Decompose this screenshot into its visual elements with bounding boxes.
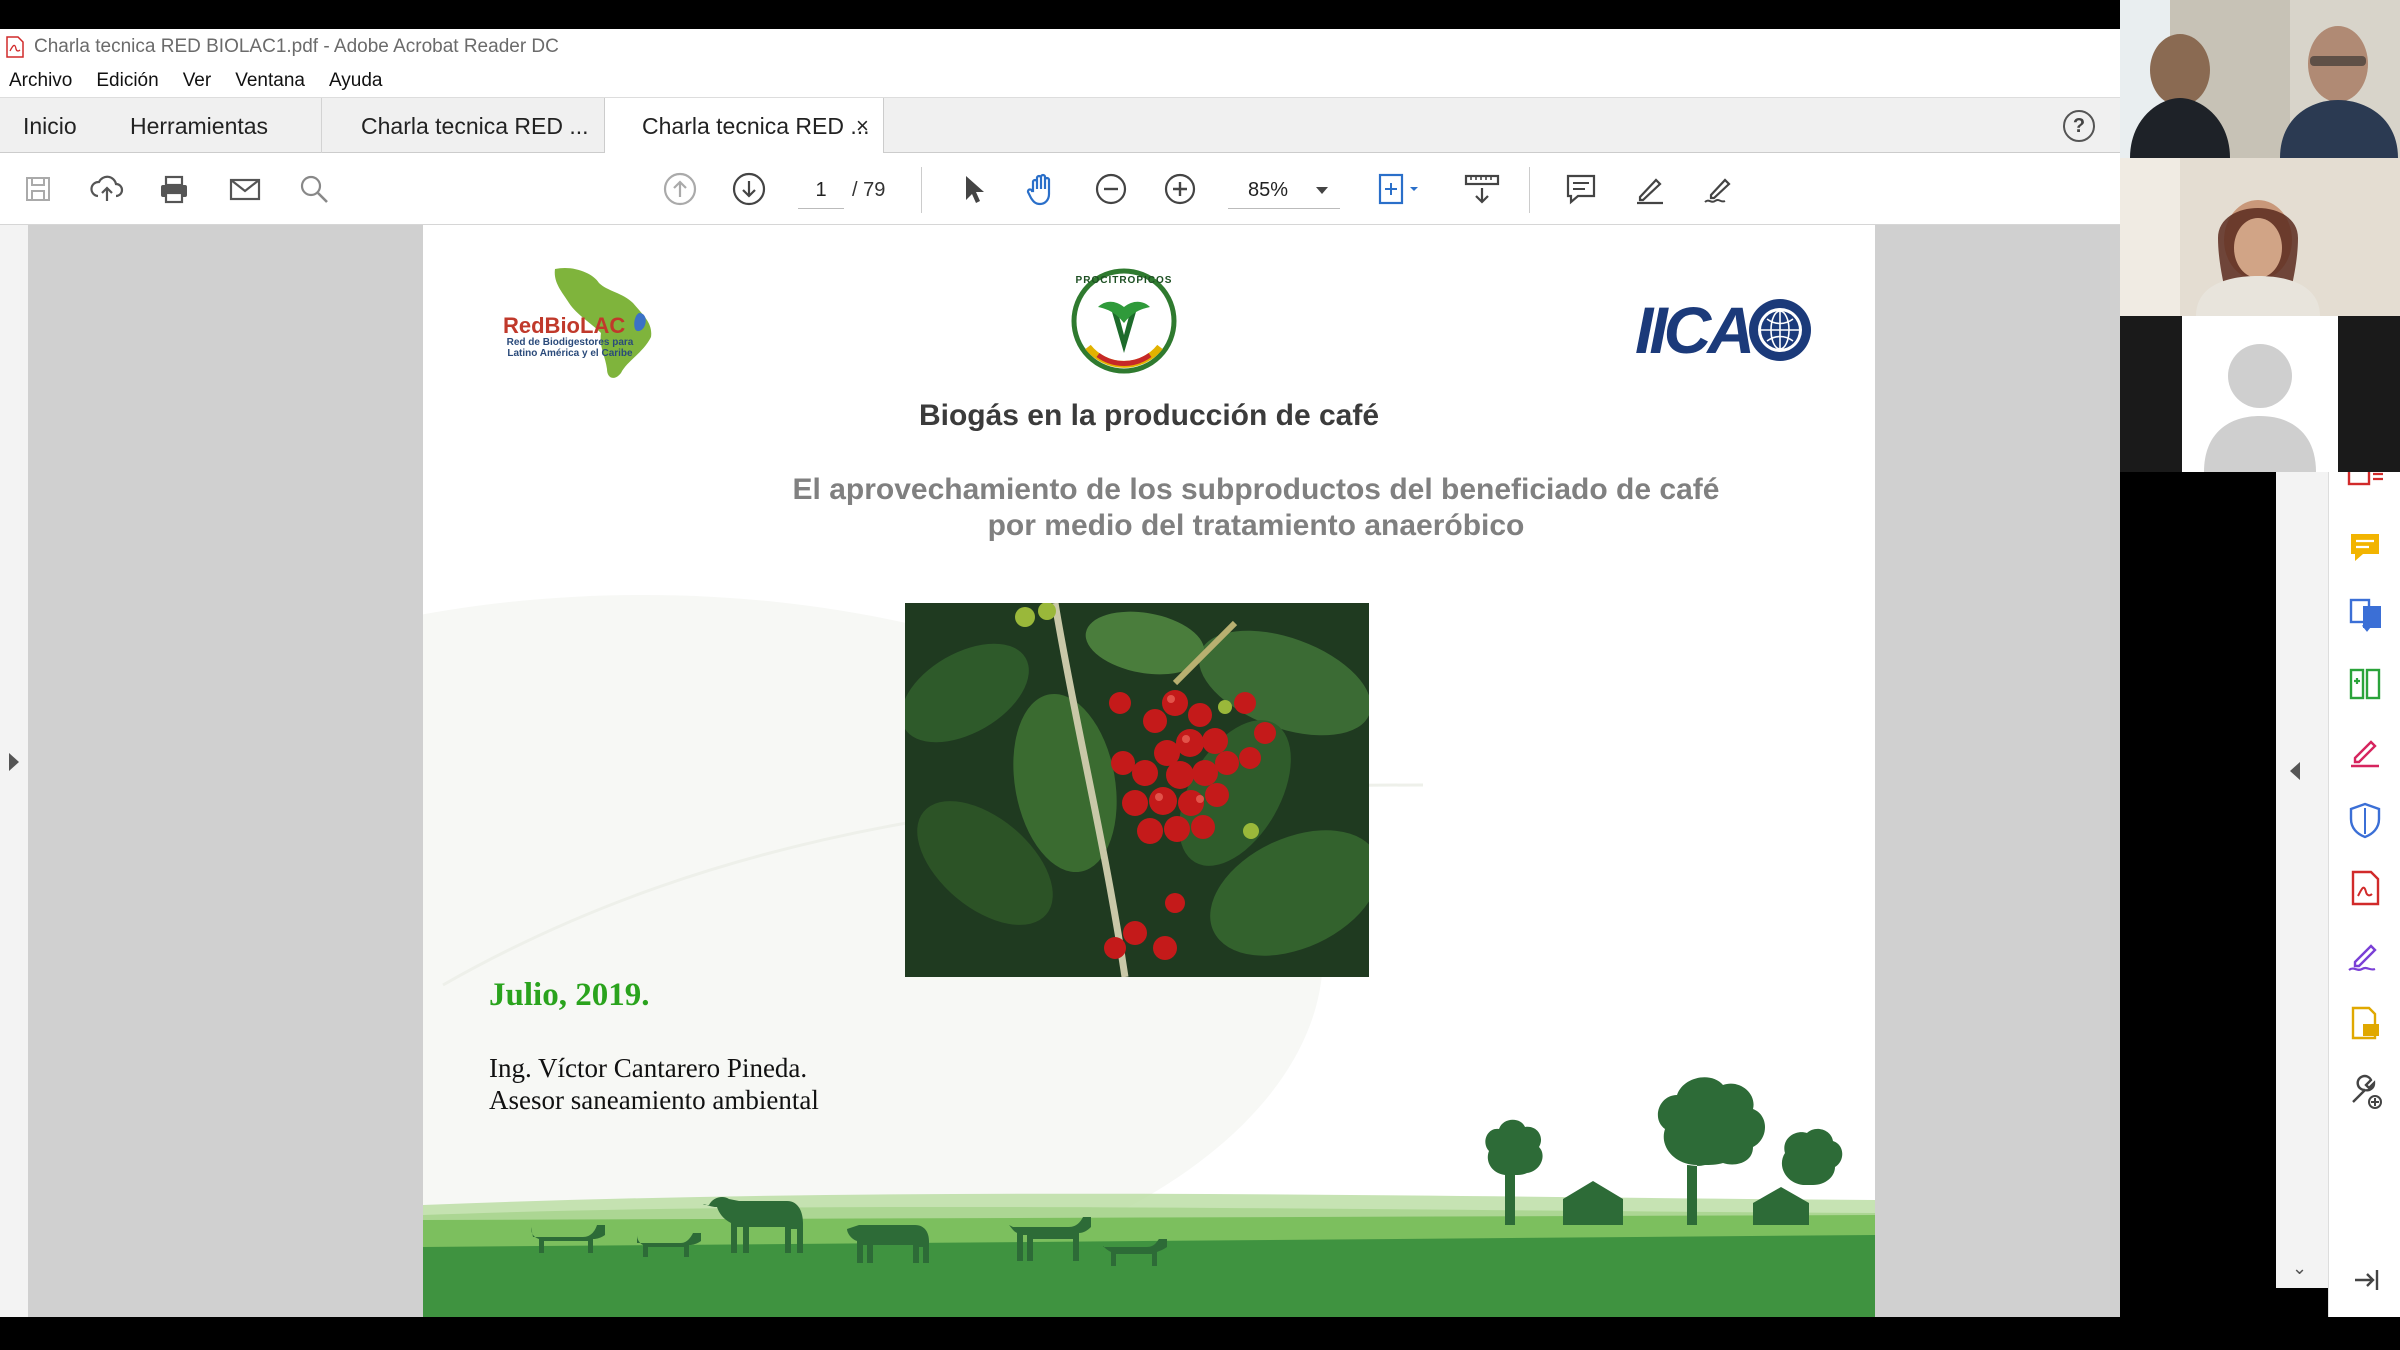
upload-icon[interactable] <box>87 169 127 209</box>
fill-sign-icon[interactable] <box>2343 730 2387 774</box>
zoom-out-icon[interactable] <box>1091 169 1131 209</box>
menu-bar: Archivo Edición Ver Ventana Ayuda <box>0 65 2120 97</box>
zoom-in-icon[interactable] <box>1160 169 1200 209</box>
page-total: / 79 <box>852 179 886 201</box>
slide-author-role: Asesor saneamiento ambiental <box>489 1085 819 1115</box>
screen-top-bar <box>0 0 2120 29</box>
menu-ayuda[interactable]: Ayuda <box>329 70 383 92</box>
video-participant-2[interactable] <box>2120 158 2400 316</box>
hand-icon[interactable] <box>1022 169 1062 209</box>
export-convert-icon[interactable] <box>2343 594 2387 638</box>
video-participant-3[interactable] <box>2120 316 2400 472</box>
page-up-icon[interactable] <box>660 169 700 209</box>
pdf-file-icon <box>6 36 24 58</box>
create-pdf-icon[interactable] <box>2343 866 2387 910</box>
print-icon[interactable] <box>154 169 194 209</box>
screen: Charla tecnica RED BIOLAC1.pdf - Adobe A… <box>0 0 2400 1350</box>
toolbar-divider <box>921 167 922 213</box>
more-tools-icon[interactable] <box>2343 1070 2387 1114</box>
participant-video-feed <box>2120 158 2400 316</box>
comment-tool-icon[interactable] <box>2343 526 2387 570</box>
edit-sign-icon[interactable] <box>2343 934 2387 978</box>
page-number-input[interactable]: 1 <box>798 171 844 209</box>
left-pane-strip <box>0 225 28 1317</box>
tab-bar: Inicio Herramientas Charla tecnica RED .… <box>0 97 2120 155</box>
title-bar: Charla tecnica RED BIOLAC1.pdf - Adobe A… <box>0 29 2120 65</box>
iica-logo: IICA <box>1635 295 1815 365</box>
save-icon[interactable] <box>18 169 58 209</box>
slide-author: Ing. Víctor Cantarero Pineda. <box>489 1053 808 1083</box>
sign-icon[interactable] <box>1699 169 1739 209</box>
slide-subtitle-line-2: por medio del tratamiento anaeróbico <box>987 509 1525 542</box>
tab-herramientas[interactable]: Herramientas <box>130 98 268 154</box>
send-review-icon[interactable] <box>2343 1002 2387 1046</box>
redbiolac-logo: RedBioLAC Red de Biodigestores para Lati… <box>503 263 683 381</box>
menu-archivo[interactable]: Archivo <box>9 70 72 92</box>
procitropicos-logo: PROCITROPICOS <box>1068 267 1180 375</box>
expand-pane-icon[interactable] <box>2343 1258 2387 1302</box>
toolbar-divider <box>1529 167 1530 213</box>
highlight-pen-icon[interactable] <box>1630 169 1670 209</box>
tab-inicio[interactable]: Inicio <box>23 98 77 154</box>
menu-ventana[interactable]: Ventana <box>235 70 305 92</box>
help-icon[interactable]: ? <box>2063 110 2095 142</box>
organize-pages-icon[interactable] <box>2343 662 2387 706</box>
redbiolac-name: RedBioLAC <box>503 313 626 338</box>
avatar-placeholder-icon <box>2204 344 2316 472</box>
page-down-icon[interactable] <box>729 169 769 209</box>
slide-title: Biogás en la producción de café <box>918 399 1380 432</box>
menu-edicion[interactable]: Edición <box>96 70 158 92</box>
protect-icon[interactable] <box>2343 798 2387 842</box>
window-title: Charla tecnica RED BIOLAC1.pdf - Adobe A… <box>34 36 559 57</box>
chevron-down-icon[interactable] <box>1316 187 1328 194</box>
close-tab-icon[interactable]: × <box>856 98 869 154</box>
acrobat-window: Charla tecnica RED BIOLAC1.pdf - Adobe A… <box>0 29 2120 1317</box>
procitropicos-label: PROCITROPICOS <box>1075 275 1173 286</box>
menu-ver[interactable]: Ver <box>183 70 212 92</box>
collapse-right-pane-icon[interactable] <box>2290 762 2300 780</box>
participant-video-feed <box>2120 0 2400 158</box>
select-arrow-icon[interactable] <box>953 169 993 209</box>
expand-left-pane-icon[interactable] <box>9 753 19 771</box>
screen-bottom-bar <box>0 1317 2400 1350</box>
find-icon[interactable] <box>294 169 334 209</box>
globe-icon <box>1749 299 1811 361</box>
video-participant-1[interactable] <box>2120 0 2400 158</box>
toolbar: 1 / 79 85% <box>0 153 2120 225</box>
slide-subtitle-line-1: El aprovechamiento de los subproductos d… <box>792 473 1720 506</box>
iica-letters: IICA <box>1635 293 1755 367</box>
tab-separator <box>321 98 322 154</box>
email-icon[interactable] <box>225 169 265 209</box>
document-view[interactable]: RedBioLAC Red de Biodigestores para Lati… <box>0 225 2120 1317</box>
slide-date: Julio, 2019. <box>489 977 650 1013</box>
tab-document-2-label: Charla tecnica RED ... <box>642 113 870 139</box>
comment-icon[interactable] <box>1561 169 1601 209</box>
redbiolac-tagline: Red de Biodigestores para Latino América… <box>506 337 634 359</box>
tab-document-2-active[interactable]: Charla tecnica RED ... × <box>604 98 884 155</box>
tab-document-1[interactable]: Charla tecnica RED ... <box>361 98 589 154</box>
tools-pane <box>2328 472 2400 1317</box>
participant-avatar <box>2182 316 2338 472</box>
scroll-down-icon[interactable]: ⌄ <box>2292 1258 2307 1279</box>
scroll-mode-icon[interactable] <box>1460 169 1504 209</box>
coffee-cherries-photo <box>905 603 1369 977</box>
export-pdf-icon[interactable] <box>2343 472 2387 498</box>
fit-page-icon[interactable] <box>1372 169 1426 209</box>
pdf-page: RedBioLAC Red de Biodigestores para Lati… <box>423 225 1875 1317</box>
